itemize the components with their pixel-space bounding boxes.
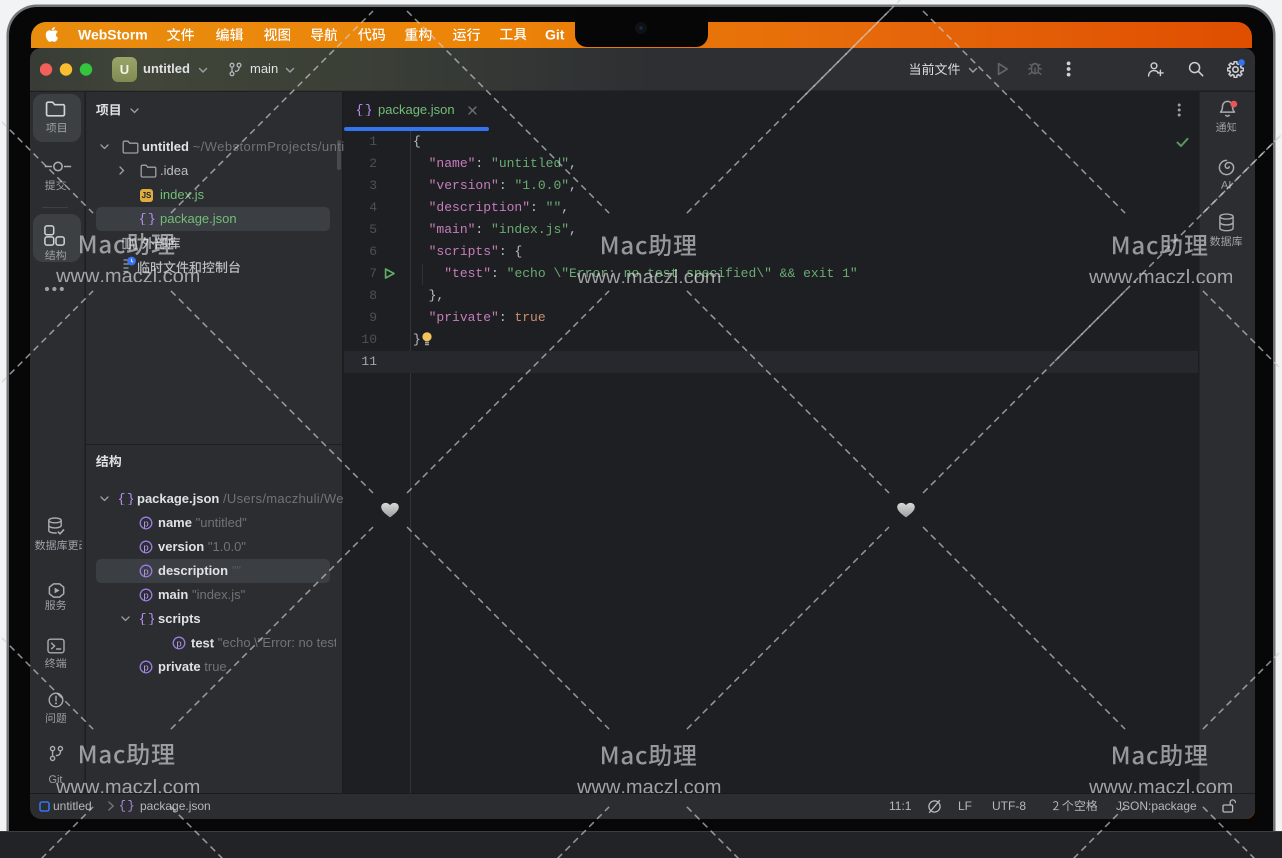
svg-text:p: p xyxy=(143,590,148,601)
svg-text:p: p xyxy=(143,662,148,673)
svg-text:p: p xyxy=(143,566,148,577)
svg-text:p: p xyxy=(143,518,148,529)
svg-text:p: p xyxy=(176,638,181,649)
svg-text:p: p xyxy=(143,542,148,553)
